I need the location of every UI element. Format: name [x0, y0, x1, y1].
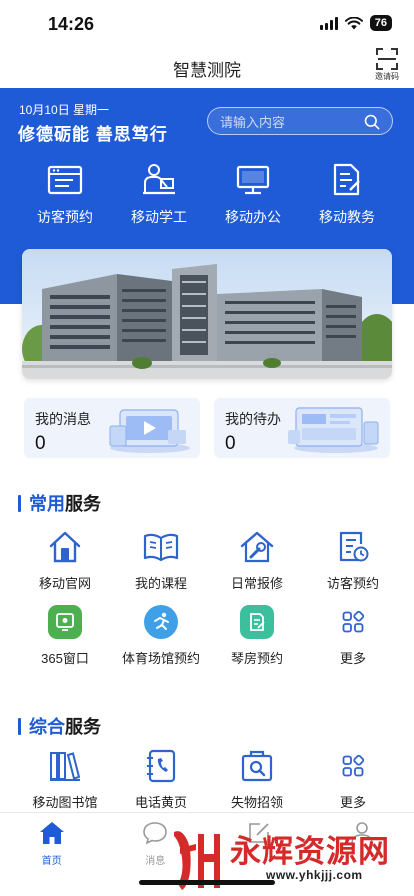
- home-icon: [17, 527, 113, 567]
- battery-indicator: 76: [369, 15, 392, 31]
- section-accent-bar: [18, 494, 21, 512]
- search-input[interactable]: [220, 112, 360, 132]
- watermark-url: www.yhkjjj.com: [266, 868, 363, 882]
- section-accent-bar: [18, 717, 21, 735]
- service-label: 更多: [339, 651, 366, 666]
- scan-icon: [376, 48, 398, 70]
- repair-icon: [209, 527, 305, 567]
- general-services-row: 移动图书馆 电话黄页 失物招领 更多: [0, 746, 414, 811]
- home-tab-icon: [39, 822, 64, 844]
- home-indicator: [139, 880, 275, 885]
- watermark-brand: 永辉资源网: [230, 834, 390, 869]
- section-title-highlight: 综合: [29, 717, 65, 737]
- status-time: 14:26: [48, 14, 95, 34]
- invite-code-label: 邀请码: [375, 72, 399, 81]
- section-title-rest: 服务: [65, 494, 101, 514]
- service-label: 移动官网: [38, 576, 91, 591]
- book-icon: [113, 527, 209, 567]
- service-sports-venue[interactable]: 体育场馆预约: [113, 602, 209, 667]
- service-mobile-library[interactable]: 移动图书馆: [17, 746, 113, 811]
- computer-monitor-icon: [206, 160, 300, 200]
- lost-found-icon: [209, 746, 305, 786]
- service-visitor-appointment[interactable]: 访客预约: [305, 527, 401, 592]
- service-mobile-website[interactable]: 移动官网: [17, 527, 113, 592]
- general-services-title: 综合 服务: [18, 713, 101, 739]
- service-label: 访客预约: [326, 576, 379, 591]
- section-title-highlight: 常用: [29, 494, 65, 514]
- quick-label: 移动教务: [319, 209, 375, 225]
- motto-text: 修德砺能 善思笃行: [18, 125, 168, 144]
- phone-book-icon: [113, 746, 209, 786]
- campus-banner[interactable]: [22, 249, 392, 379]
- invite-code-button[interactable]: 邀请码: [372, 46, 402, 82]
- quick-label: 访客预约: [37, 209, 93, 225]
- quick-academic-affairs[interactable]: 移动教务: [300, 160, 394, 227]
- service-label: 日常报修: [230, 576, 283, 591]
- my-messages-card[interactable]: 我的消息 0: [24, 398, 200, 458]
- todo-count: 0: [225, 433, 236, 454]
- library-icon: [17, 746, 113, 786]
- quick-student-work[interactable]: 移动学工: [112, 160, 206, 227]
- video-message-illustration: [109, 409, 190, 453]
- document-edit-icon: [300, 160, 394, 200]
- service-label: 更多: [339, 795, 366, 810]
- more-grid-icon: [305, 746, 401, 786]
- common-services-row-1: 移动官网 我的课程 日常报修 访客预约: [0, 527, 414, 592]
- quick-label: 移动办公: [225, 209, 281, 225]
- tab-home[interactable]: 首页: [0, 813, 104, 896]
- quick-mobile-office[interactable]: 移动办公: [206, 160, 300, 227]
- service-365-window[interactable]: 365窗口: [17, 602, 113, 667]
- service-label: 琴房预约: [230, 651, 283, 666]
- common-services-title: 常用 服务: [18, 490, 101, 516]
- service-more-general[interactable]: 更多: [305, 746, 401, 811]
- quick-actions: 访客预约 移动学工 移动办公 移动教务: [0, 160, 414, 227]
- service-piano-room[interactable]: 琴房预约: [209, 602, 305, 667]
- date-label: 10月10日 星期一: [19, 103, 110, 117]
- my-todos-card[interactable]: 我的待办 0: [214, 398, 390, 458]
- status-icons: 76: [319, 15, 392, 31]
- calendar-doc-icon: [305, 527, 401, 567]
- more-grid-icon: [305, 602, 401, 642]
- service-daily-repair[interactable]: 日常报修: [209, 527, 305, 592]
- student-work-icon: [112, 160, 206, 200]
- window-365-icon: [17, 602, 113, 642]
- card-title: 我的消息: [35, 411, 91, 427]
- message-count: 0: [35, 433, 46, 454]
- service-label: 体育场馆预约: [121, 651, 200, 666]
- status-bar: 14:26 76: [0, 0, 414, 46]
- service-lost-found[interactable]: 失物招领: [209, 746, 305, 811]
- service-label: 365窗口: [41, 651, 89, 666]
- section-title-rest: 服务: [65, 717, 101, 737]
- visitor-form-icon: [18, 160, 112, 200]
- message-tab-icon: [143, 822, 168, 845]
- quick-label: 移动学工: [131, 209, 187, 225]
- service-label: 移动图书馆: [32, 795, 98, 810]
- nav-bar: 智慧测院 邀请码: [0, 46, 414, 88]
- tab-label: 首页: [41, 856, 62, 867]
- piano-room-icon: [209, 602, 305, 642]
- dashboard-illustration: [288, 407, 379, 453]
- service-phone-book[interactable]: 电话黄页: [113, 746, 209, 811]
- service-more[interactable]: 更多: [305, 602, 401, 667]
- common-services-row-2: 365窗口 体育场馆预约 琴房预约 更多: [0, 602, 414, 667]
- page-title: 智慧测院: [173, 61, 241, 80]
- search-box[interactable]: [207, 107, 393, 135]
- service-my-courses[interactable]: 我的课程: [113, 527, 209, 592]
- sports-icon: [113, 602, 209, 642]
- signal-icon: [319, 16, 338, 30]
- campus-building-image: [22, 249, 392, 379]
- wifi-icon: [344, 16, 363, 30]
- service-label: 我的课程: [134, 576, 187, 591]
- search-icon[interactable]: [364, 114, 380, 130]
- service-label: 失物招领: [230, 795, 283, 810]
- quick-visitor-appointment[interactable]: 访客预约: [18, 160, 112, 227]
- card-title: 我的待办: [225, 411, 281, 427]
- service-label: 电话黄页: [134, 795, 187, 810]
